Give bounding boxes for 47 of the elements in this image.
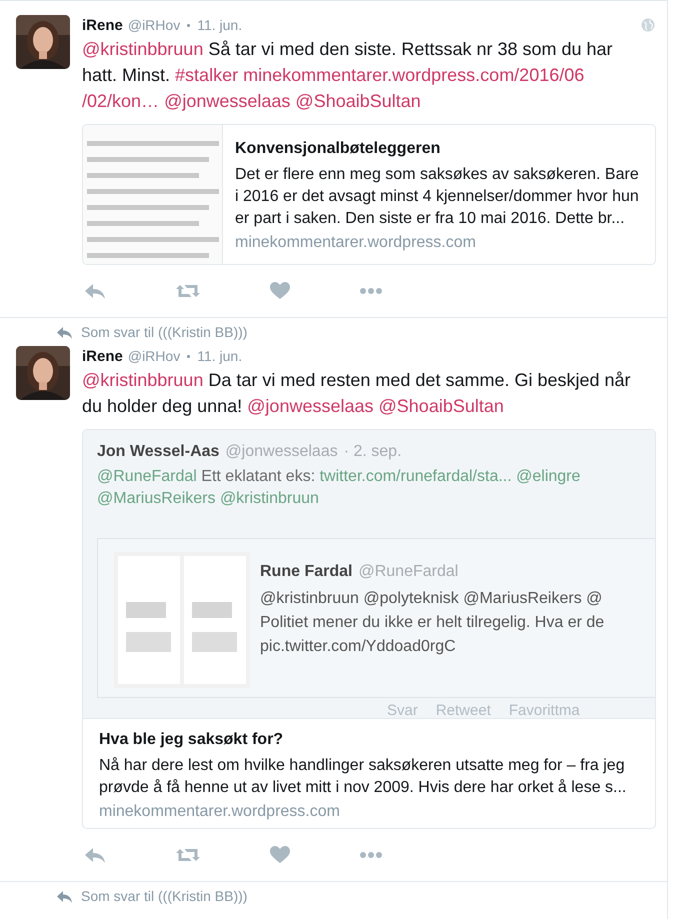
mention-link[interactable]: @jonwesselaas bbox=[247, 396, 374, 416]
reply-icon bbox=[55, 888, 73, 904]
card-domain: minekommentarer.wordpress.com bbox=[235, 233, 477, 253]
retweet-icon[interactable] bbox=[176, 283, 200, 299]
author-name: Rune Fardal bbox=[260, 562, 352, 582]
mention-link[interactable]: @kristinbbruun bbox=[82, 39, 204, 59]
author-handle: @jonwesselaas bbox=[225, 442, 338, 462]
author-name: Jon Wessel-Aas bbox=[97, 442, 220, 462]
mention-link[interactable]: @MariusReikers bbox=[97, 490, 216, 507]
more-icon[interactable] bbox=[360, 852, 382, 858]
heart-icon[interactable] bbox=[270, 846, 290, 864]
reply-icon[interactable] bbox=[84, 282, 106, 300]
mention-link[interactable]: @jonwesselaas bbox=[164, 91, 290, 111]
tweet-date: · 2. sep. bbox=[344, 442, 402, 462]
heart-icon[interactable] bbox=[270, 282, 290, 300]
card-description: Det er flere enn meg som saksøkes av saksøkeren. Bare i 2016 er det avsagt minst 4 kjennelser/dommer hvor hun er part i saken. Den siste er fra 10 mai 2016. Dette br... bbox=[235, 165, 639, 229]
card-title: Hva ble jeg saksøkt for? bbox=[99, 730, 284, 750]
url-link[interactable]: minekommentarer.wordpress.com/2016/06 bbox=[243, 65, 584, 85]
reply-icon[interactable] bbox=[84, 846, 106, 864]
mention-link[interactable]: @ShoaibSultan bbox=[295, 91, 421, 111]
tweet-text: @kristinbbruun Da tar vi med resten med det samme. Gi beskjed når du holder deg unna! @jonwesselaas @ShoaibSultan bbox=[82, 369, 632, 418]
card-description: Nå har dere lest om hvilke handlinger saksøkeren utsatte meg for – fra jeg prøvde å få henne ut av livet mitt i nov 2009. Hvis dere har orket å lese s... bbox=[99, 756, 628, 798]
url-link[interactable]: twitter.com/runefardal/sta... bbox=[320, 468, 512, 485]
author-handle: @RuneFardal bbox=[358, 562, 458, 582]
url-link[interactable]: /02/kon… bbox=[82, 91, 160, 111]
quoted-text: @kristinbruun @polyteknisk @MariusReikers @ Politiet mener du ikke er helt tilregelig. Hva er de pic.twitter.com/Yddoad0rgC bbox=[260, 589, 604, 657]
card-domain: minekommentarer.wordpress.com bbox=[99, 802, 341, 822]
mention-link[interactable]: @RuneFardal bbox=[97, 468, 197, 485]
card-title: Konvensjonalbøteleggeren bbox=[235, 139, 442, 159]
author-name: iRene bbox=[82, 347, 123, 367]
more-icon[interactable] bbox=[360, 288, 382, 294]
author-name: iRene bbox=[82, 16, 123, 36]
tweet-text: @kristinbbruun Så tar vi med den siste. Rettssak nr 38 som du har hatt. Minst. #stalker minekommentarer.wordpress.com/2016/06 /02/kon… @jonwesselaas @ShoaibSultan bbox=[82, 38, 614, 113]
mention-link[interactable]: @kristinbbruun bbox=[82, 370, 204, 390]
reply-context-text: Som svar til (((Kristin BB))) bbox=[81, 886, 248, 906]
author-handle: @iRHov bbox=[128, 16, 180, 35]
hashtag-link[interactable]: #stalker bbox=[175, 65, 238, 85]
tweet-date: 11. jun. bbox=[197, 347, 242, 366]
retweet-icon[interactable] bbox=[176, 847, 200, 863]
reply-context-text: Som svar til (((Kristin BB))) bbox=[81, 322, 248, 342]
tweet-text: @RuneFardal Ett eklatant eks: twitter.com/runefardal/sta... @elingre @MariusReikers @kristinbruun bbox=[97, 467, 582, 509]
tweet-date: 11. jun. bbox=[197, 16, 242, 35]
mention-link[interactable]: @kristinbruun bbox=[220, 490, 319, 507]
mention-link[interactable]: @elingre bbox=[516, 468, 580, 485]
mention-link[interactable]: @ShoaibSultan bbox=[378, 396, 504, 416]
author-handle: @iRHov bbox=[128, 347, 180, 366]
reply-icon bbox=[55, 324, 73, 340]
